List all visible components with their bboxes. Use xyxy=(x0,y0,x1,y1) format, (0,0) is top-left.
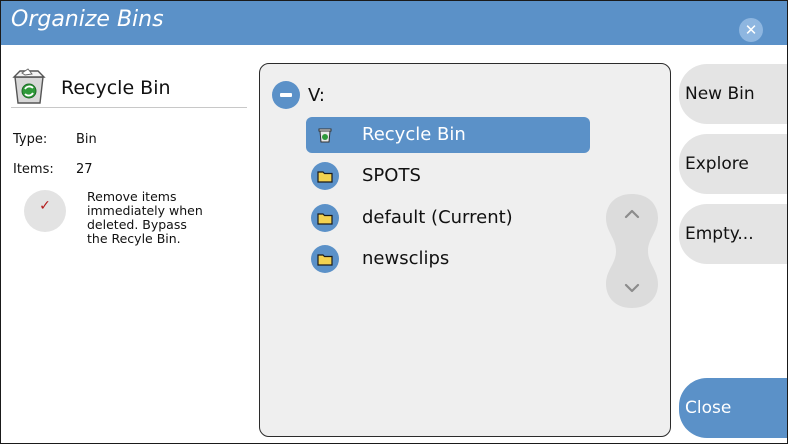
dialog-title: Organize Bins xyxy=(11,7,164,32)
new-bin-button[interactable]: New Bin xyxy=(679,64,787,124)
type-value: Bin xyxy=(76,132,97,147)
folder-icon xyxy=(311,204,339,232)
bypass-recycle-checkbox[interactable]: ✓ xyxy=(24,190,66,232)
title-bar: Organize Bins ✕ xyxy=(1,1,787,45)
close-button[interactable]: Close xyxy=(679,378,787,438)
items-value: 27 xyxy=(76,162,93,177)
bypass-line-4: the Recyle Bin. xyxy=(87,231,181,246)
folder-icon xyxy=(311,245,339,273)
checkmark-icon: ✓ xyxy=(39,198,51,214)
folder-icon xyxy=(311,162,339,190)
bin-details-header: Recycle Bin xyxy=(11,63,247,108)
scroll-up-button[interactable] xyxy=(612,198,652,238)
tree-item-newsclips[interactable]: newsclips xyxy=(306,241,590,277)
empty-button[interactable]: Empty... xyxy=(679,204,787,264)
tree-item-recycle-bin[interactable]: Recycle Bin xyxy=(306,117,590,153)
tree-item-label: SPOTS xyxy=(362,165,421,186)
tree-item-spots[interactable]: SPOTS xyxy=(306,158,590,194)
type-label: Type: xyxy=(13,132,48,147)
scroll-down-button[interactable] xyxy=(612,264,652,304)
bypass-recycle-label: Remove items immediately when deleted. B… xyxy=(87,190,237,246)
tree-item-label: default (Current) xyxy=(362,207,513,228)
bypass-line-1: Remove items xyxy=(87,189,177,204)
drive-label: V: xyxy=(308,85,325,106)
bypass-line-2: immediately when xyxy=(87,203,203,218)
bypass-line-3: deleted. Bypass xyxy=(87,217,187,232)
tree-item-label: Recycle Bin xyxy=(362,124,466,145)
tree-scroller xyxy=(606,194,658,308)
close-x-icon[interactable]: ✕ xyxy=(739,18,763,42)
items-label: Items: xyxy=(13,162,54,177)
tree-item-default-current[interactable]: default (Current) xyxy=(306,200,590,236)
tree-item-label: newsclips xyxy=(362,248,450,269)
bin-name: Recycle Bin xyxy=(61,77,171,99)
recycle-bin-icon xyxy=(12,68,46,104)
organize-bins-dialog: Organize Bins ✕ Recycle Bin Type: Bin It… xyxy=(0,0,788,444)
recycle-bin-icon xyxy=(311,121,339,149)
explore-button[interactable]: Explore xyxy=(679,134,787,194)
collapse-drive-button[interactable] xyxy=(272,81,300,109)
bin-tree-panel: V: Recycle Bin SPOTS default (Current) n… xyxy=(259,63,671,437)
minus-icon xyxy=(280,93,292,97)
